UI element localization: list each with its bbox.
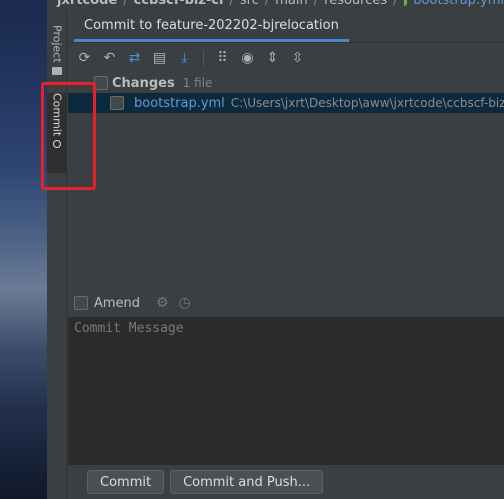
amend-label[interactable]: Amend bbox=[94, 296, 140, 311]
rollback-icon[interactable]: ↶ bbox=[101, 50, 118, 67]
changelist-checkbox[interactable] bbox=[94, 76, 108, 90]
file-checkbox[interactable] bbox=[110, 96, 124, 110]
breadcrumb-item-resources[interactable]: resources bbox=[324, 0, 387, 8]
commit-message-input[interactable]: Commit Message bbox=[68, 317, 504, 465]
changelist-count: 1 file bbox=[182, 76, 213, 90]
commit-button[interactable]: Commit bbox=[87, 470, 165, 494]
breadcrumb-separator: / bbox=[264, 0, 270, 8]
changelist-row[interactable]: Changes 1 file bbox=[68, 73, 504, 93]
commit-message-placeholder: Commit Message bbox=[74, 321, 184, 336]
amend-row: Amend ⚙ ◷ bbox=[68, 292, 504, 314]
yaml-file-icon bbox=[403, 0, 408, 6]
project-tool-label: Project bbox=[50, 25, 64, 63]
commit-and-push-button[interactable]: Commit and Push... bbox=[170, 470, 324, 494]
changes-tree: Changes 1 file bootstrap.yml C:\Users\jx… bbox=[68, 73, 504, 293]
changed-file-name: bootstrap.yml bbox=[134, 95, 225, 111]
commit-toolbar: ⟳ ↶ ⇄ ▤ ⤓ ⠿ ◉ ⇕ ⇳ bbox=[68, 43, 504, 73]
breadcrumb: jxrtcode / ccbscf-biz-ci / src / main / … bbox=[47, 0, 504, 9]
breadcrumb-item-main[interactable]: main bbox=[275, 0, 307, 8]
breadcrumb-item-src[interactable]: src bbox=[240, 0, 259, 8]
breadcrumb-item-project[interactable]: jxrtcode bbox=[57, 0, 117, 8]
commit-panel-header: Commit to feature-202202-bjrelocation bbox=[68, 9, 504, 43]
clock-icon[interactable]: ◷ bbox=[179, 295, 191, 311]
toolbar-separator bbox=[203, 50, 204, 66]
breadcrumb-separator: / bbox=[313, 0, 319, 8]
changed-file-path: C:\Users\jxrt\Desktop\aww\jxrtcode\ccbsc… bbox=[230, 96, 504, 110]
desktop-wallpaper bbox=[0, 0, 47, 499]
breadcrumb-separator: / bbox=[229, 0, 234, 8]
shelve-icon[interactable]: ▤ bbox=[151, 50, 168, 67]
changed-file-row[interactable]: bootstrap.yml C:\Users\jxrt\Desktop\aww\… bbox=[68, 93, 504, 113]
view-options-icon[interactable]: ◉ bbox=[239, 50, 256, 67]
breadcrumb-item-module[interactable]: ccbscf-biz-ci bbox=[134, 0, 224, 8]
diff-icon[interactable]: ⇄ bbox=[126, 50, 143, 67]
expand-all-icon[interactable]: ⇕ bbox=[264, 50, 281, 67]
refresh-icon[interactable]: ⟳ bbox=[76, 50, 93, 67]
breadcrumb-separator: / bbox=[123, 0, 128, 8]
update-icon[interactable]: ⤓ bbox=[176, 50, 193, 67]
gear-icon[interactable]: ⚙ bbox=[156, 295, 169, 311]
breadcrumb-item-file[interactable]: bootstrap.yml bbox=[413, 0, 504, 8]
ide-window: jxrtcode / ccbscf-biz-ci / src / main / … bbox=[47, 0, 504, 499]
breadcrumb-separator: / bbox=[393, 0, 398, 8]
highlight-annotation bbox=[41, 82, 96, 190]
changelist-label: Changes bbox=[112, 75, 175, 91]
collapse-all-icon[interactable]: ⇳ bbox=[289, 50, 306, 67]
tab-commit[interactable]: Commit to feature-202202-bjrelocation bbox=[74, 14, 349, 42]
group-by-icon[interactable]: ⠿ bbox=[214, 50, 231, 67]
commit-buttons: Commit Commit and Push... bbox=[68, 465, 504, 499]
commit-panel: Commit to feature-202202-bjrelocation ⟳ … bbox=[68, 9, 504, 499]
amend-checkbox[interactable] bbox=[74, 296, 88, 310]
folder-icon bbox=[52, 66, 62, 75]
